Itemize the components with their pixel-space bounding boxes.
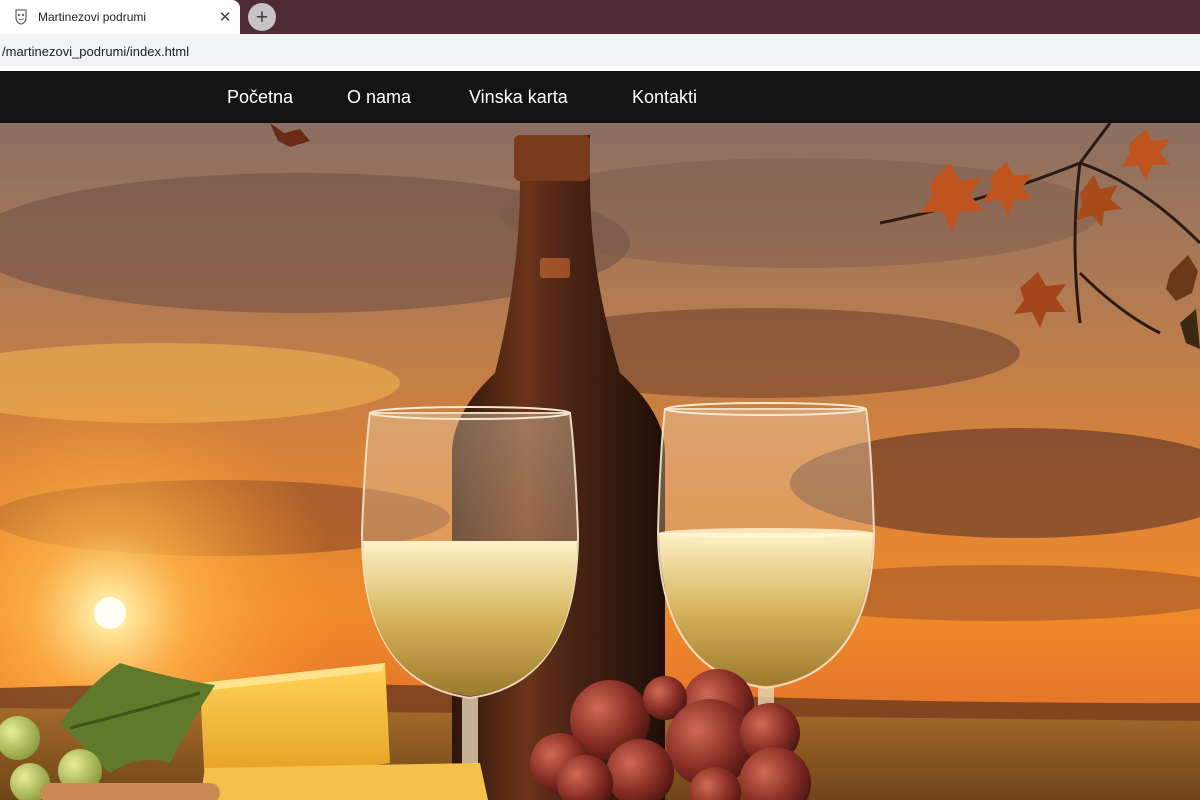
address-bar[interactable]: /martinezovi_podrumi/index.html — [0, 34, 1200, 66]
site-navbar: Početna O nama Vinska karta Kontakti — [0, 71, 1200, 123]
nav-link-o-nama[interactable]: O nama — [347, 87, 411, 108]
url-text[interactable]: /martinezovi_podrumi/index.html — [2, 44, 189, 59]
nav-link-kontakti[interactable]: Kontakti — [632, 87, 697, 108]
nav-link-vinska-karta[interactable]: Vinska karta — [469, 87, 568, 108]
nav-link-pocetna[interactable]: Početna — [227, 87, 293, 108]
close-icon[interactable]: ✕ — [217, 9, 233, 25]
tab-title: Martinezovi podrumi — [38, 10, 147, 24]
plus-icon[interactable]: + — [248, 3, 276, 31]
hero-image — [0, 123, 1200, 800]
wine-cellar-favicon-icon — [12, 8, 30, 26]
browser-tab-strip: Martinezovi podrumi ✕ + — [0, 0, 1200, 34]
browser-tab-active[interactable]: Martinezovi podrumi ✕ — [0, 0, 240, 34]
